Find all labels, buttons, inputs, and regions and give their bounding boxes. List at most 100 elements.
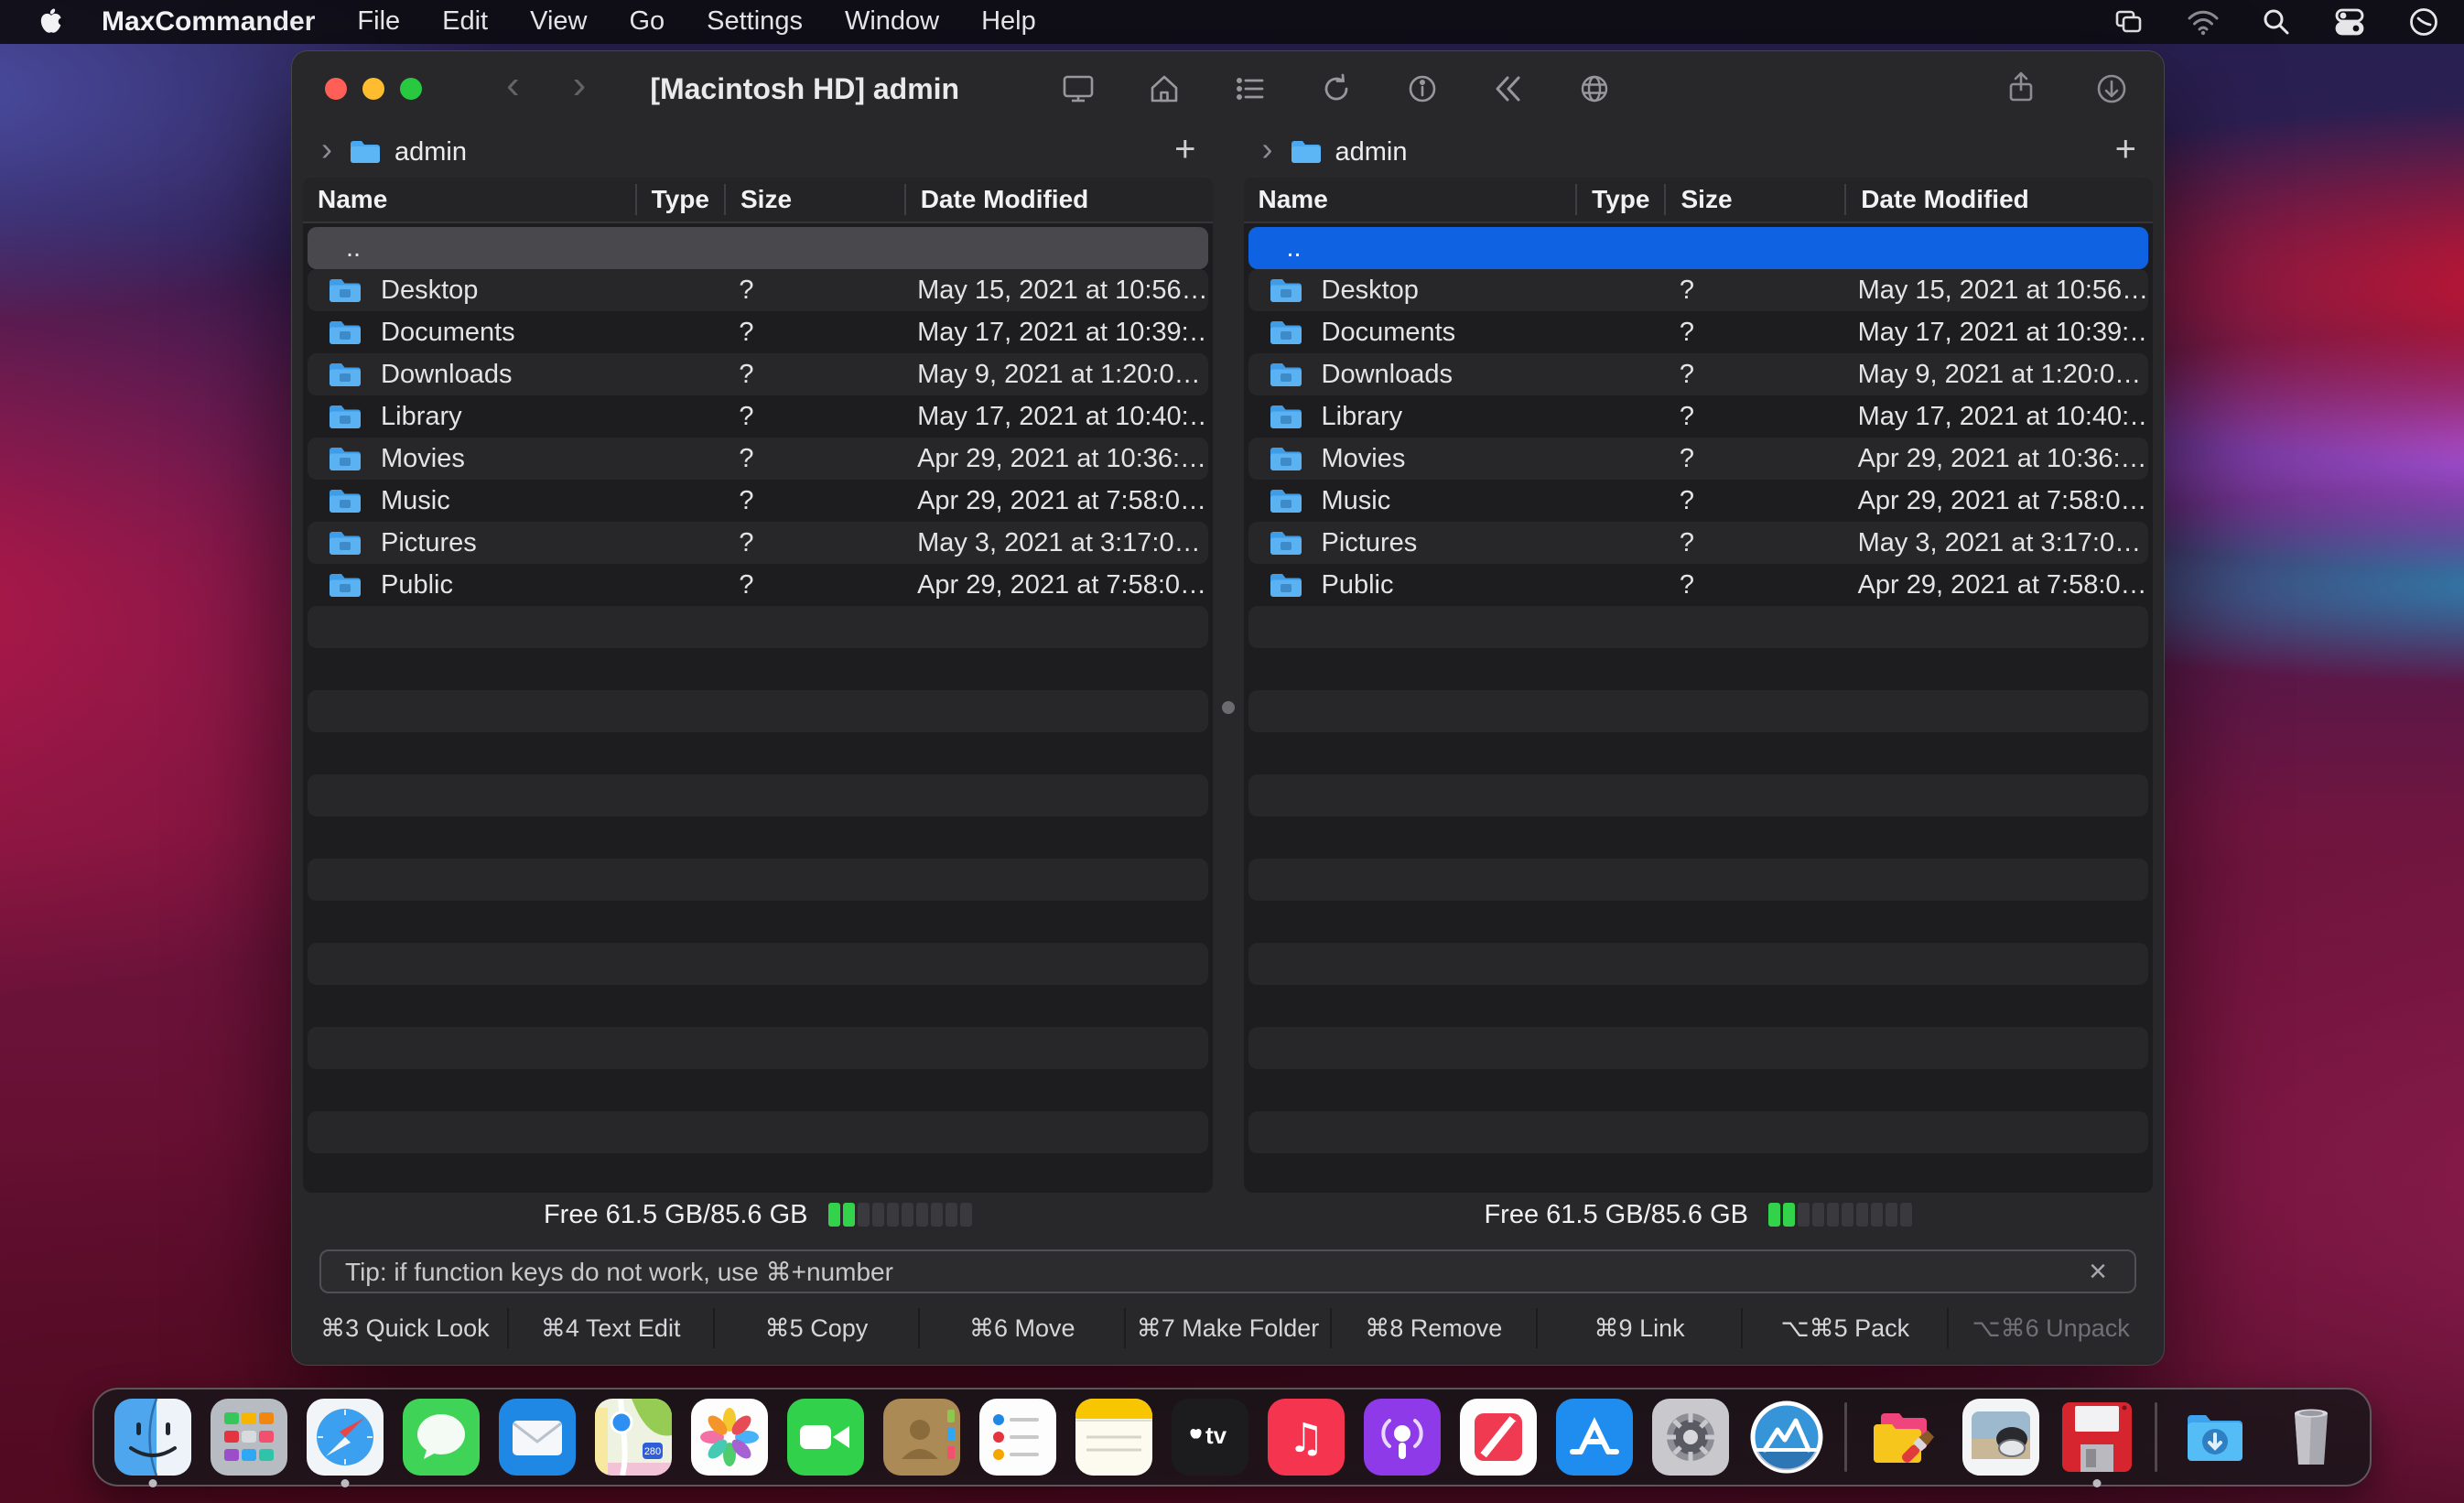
file-row-desktop[interactable]: Desktop?May 15, 2021 at 10:56…: [308, 269, 1208, 311]
list-icon[interactable]: [1232, 70, 1269, 107]
dock-notes-icon[interactable]: [1075, 1399, 1152, 1476]
windows-stack-icon[interactable]: [2113, 5, 2145, 38]
column-header-name[interactable]: Name: [303, 184, 635, 215]
dock-contacts-icon[interactable]: [883, 1399, 960, 1476]
dock-folder-painter-icon[interactable]: [1866, 1399, 1943, 1476]
pane-splitter[interactable]: [1213, 178, 1244, 1237]
menu-item-edit[interactable]: Edit: [421, 6, 509, 38]
function-key-8-remove[interactable]: ⌘8 Remove: [1330, 1308, 1536, 1348]
dock-app-store-icon[interactable]: [1556, 1399, 1633, 1476]
tab-chevron-icon[interactable]: ›: [321, 133, 332, 166]
function-key-9-link[interactable]: ⌘9 Link: [1536, 1308, 1742, 1348]
file-row-public[interactable]: Public?Apr 29, 2021 at 7:58:0…: [308, 564, 1208, 606]
function-key-5-copy[interactable]: ⌘5 Copy: [713, 1308, 919, 1348]
column-header-size[interactable]: Size: [724, 184, 904, 215]
function-key-7-make-folder[interactable]: ⌘7 Make Folder: [1124, 1308, 1330, 1348]
dock-system-preferences-icon[interactable]: [1652, 1399, 1729, 1476]
dock-floppy-disk-icon[interactable]: [2059, 1399, 2135, 1476]
file-date-modified: May 17, 2021 at 10:40:…: [1843, 402, 2148, 432]
dock-finder-icon[interactable]: [114, 1399, 191, 1476]
chevrons-left-icon[interactable]: [1490, 70, 1527, 107]
dock-launchpad-icon[interactable]: [211, 1399, 287, 1476]
globe-icon[interactable]: [1576, 70, 1613, 107]
menu-item-help[interactable]: Help: [960, 6, 1057, 38]
dock-screenshot-loupe-icon[interactable]: [1962, 1399, 2039, 1476]
menu-item-view[interactable]: View: [509, 6, 608, 38]
title-bar[interactable]: ‹ › [Macintosh HD] admin: [292, 51, 2164, 126]
file-row-public[interactable]: Public?Apr 29, 2021 at 7:58:0…: [1248, 564, 2149, 606]
search-icon[interactable]: [2261, 6, 2292, 38]
home-icon[interactable]: [1146, 70, 1183, 107]
zoom-window-button[interactable]: [400, 78, 422, 100]
file-date-modified: May 9, 2021 at 1:20:0…: [1843, 360, 2148, 390]
file-row-parent-dir[interactable]: ..: [308, 227, 1208, 269]
file-row-documents[interactable]: Documents?May 17, 2021 at 10:39:…: [1248, 311, 2149, 353]
function-key-4-text-edit[interactable]: ⌘4 Text Edit: [507, 1308, 713, 1348]
file-row-library[interactable]: Library?May 17, 2021 at 10:40:…: [308, 395, 1208, 438]
dock-trash-icon[interactable]: [2273, 1399, 2350, 1476]
splitter-handle[interactable]: [1222, 701, 1235, 714]
column-header-type[interactable]: Type: [1575, 184, 1664, 215]
add-tab-button-right[interactable]: +: [2108, 131, 2144, 173]
menu-item-settings[interactable]: Settings: [686, 6, 824, 38]
clock-icon[interactable]: [2407, 5, 2440, 38]
menu-item-go[interactable]: Go: [608, 6, 686, 38]
function-key-3-quick-look[interactable]: ⌘3 Quick Look: [303, 1308, 507, 1348]
apple-menu-icon[interactable]: [37, 7, 66, 37]
menu-item-file[interactable]: File: [336, 6, 421, 38]
column-header-date-modified[interactable]: Date Modified: [904, 184, 1213, 215]
column-header-name[interactable]: Name: [1244, 184, 1576, 215]
display-icon[interactable]: [1060, 70, 1097, 107]
tab-chevron-icon[interactable]: ›: [1262, 133, 1273, 166]
column-header-row[interactable]: NameTypeSizeDate Modified: [1244, 178, 2154, 223]
file-row-downloads[interactable]: Downloads?May 9, 2021 at 1:20:0…: [1248, 353, 2149, 395]
dock-maps-icon[interactable]: 280: [595, 1399, 672, 1476]
close-window-button[interactable]: [325, 78, 347, 100]
file-row-pictures[interactable]: Pictures?May 3, 2021 at 3:17:0…: [1248, 522, 2149, 564]
file-row-movies[interactable]: Movies?Apr 29, 2021 at 10:36:…: [308, 438, 1208, 480]
column-header-date-modified[interactable]: Date Modified: [1844, 184, 2153, 215]
dock-messages-icon[interactable]: [403, 1399, 480, 1476]
share-icon[interactable]: [2003, 70, 2039, 108]
column-header-type[interactable]: Type: [635, 184, 724, 215]
dock-music-icon[interactable]: ♫: [1268, 1399, 1345, 1476]
dock-downloads-folder-icon[interactable]: [2177, 1399, 2253, 1476]
file-row-documents[interactable]: Documents?May 17, 2021 at 10:39:…: [308, 311, 1208, 353]
function-key-6-move[interactable]: ⌘6 Move: [918, 1308, 1124, 1348]
dock-reminders-icon[interactable]: [979, 1399, 1056, 1476]
wifi-icon[interactable]: [2186, 6, 2221, 38]
info-icon[interactable]: [1404, 70, 1441, 107]
tab-left-admin[interactable]: admin: [394, 137, 467, 168]
column-header-size[interactable]: Size: [1664, 184, 1844, 215]
file-row-desktop[interactable]: Desktop?May 15, 2021 at 10:56…: [1248, 269, 2149, 311]
dock-tv-icon[interactable]: tv: [1172, 1399, 1248, 1476]
column-header-row[interactable]: NameTypeSizeDate Modified: [303, 178, 1213, 223]
tab-right-admin[interactable]: admin: [1335, 137, 1408, 168]
file-row-movies[interactable]: Movies?Apr 29, 2021 at 10:36:…: [1248, 438, 2149, 480]
dock-mail-icon[interactable]: [499, 1399, 576, 1476]
menu-item-maxcommander[interactable]: MaxCommander: [81, 6, 336, 38]
menu-item-window[interactable]: Window: [824, 6, 960, 38]
dock-news-icon[interactable]: [1460, 1399, 1537, 1476]
download-icon[interactable]: [2092, 70, 2131, 108]
file-row-library[interactable]: Library?May 17, 2021 at 10:40:…: [1248, 395, 2149, 438]
back-button[interactable]: ‹: [506, 65, 520, 105]
file-row-downloads[interactable]: Downloads?May 9, 2021 at 1:20:0…: [308, 353, 1208, 395]
dock-facetime-icon[interactable]: [787, 1399, 864, 1476]
file-row-parent-dir[interactable]: ..: [1248, 227, 2149, 269]
file-row-pictures[interactable]: Pictures?May 3, 2021 at 3:17:0…: [308, 522, 1208, 564]
close-icon[interactable]: ×: [2085, 1256, 2111, 1287]
file-row-music[interactable]: Music?Apr 29, 2021 at 7:58:0…: [1248, 480, 2149, 522]
forward-button[interactable]: ›: [573, 65, 587, 105]
minimize-window-button[interactable]: [362, 78, 384, 100]
function-key-5-pack[interactable]: ⌥⌘5 Pack: [1741, 1308, 1947, 1348]
dock-safari-icon[interactable]: [307, 1399, 384, 1476]
file-row-music[interactable]: Music?Apr 29, 2021 at 7:58:0…: [308, 480, 1208, 522]
dock-photos-icon[interactable]: [691, 1399, 768, 1476]
dock-maxcommander-icon[interactable]: [1748, 1399, 1825, 1476]
function-key-6-unpack[interactable]: ⌥⌘6 Unpack: [1947, 1308, 2153, 1348]
dock-podcasts-icon[interactable]: [1364, 1399, 1441, 1476]
control-center-icon[interactable]: [2332, 6, 2367, 38]
refresh-icon[interactable]: [1318, 70, 1355, 107]
add-tab-button-left[interactable]: +: [1167, 131, 1203, 173]
